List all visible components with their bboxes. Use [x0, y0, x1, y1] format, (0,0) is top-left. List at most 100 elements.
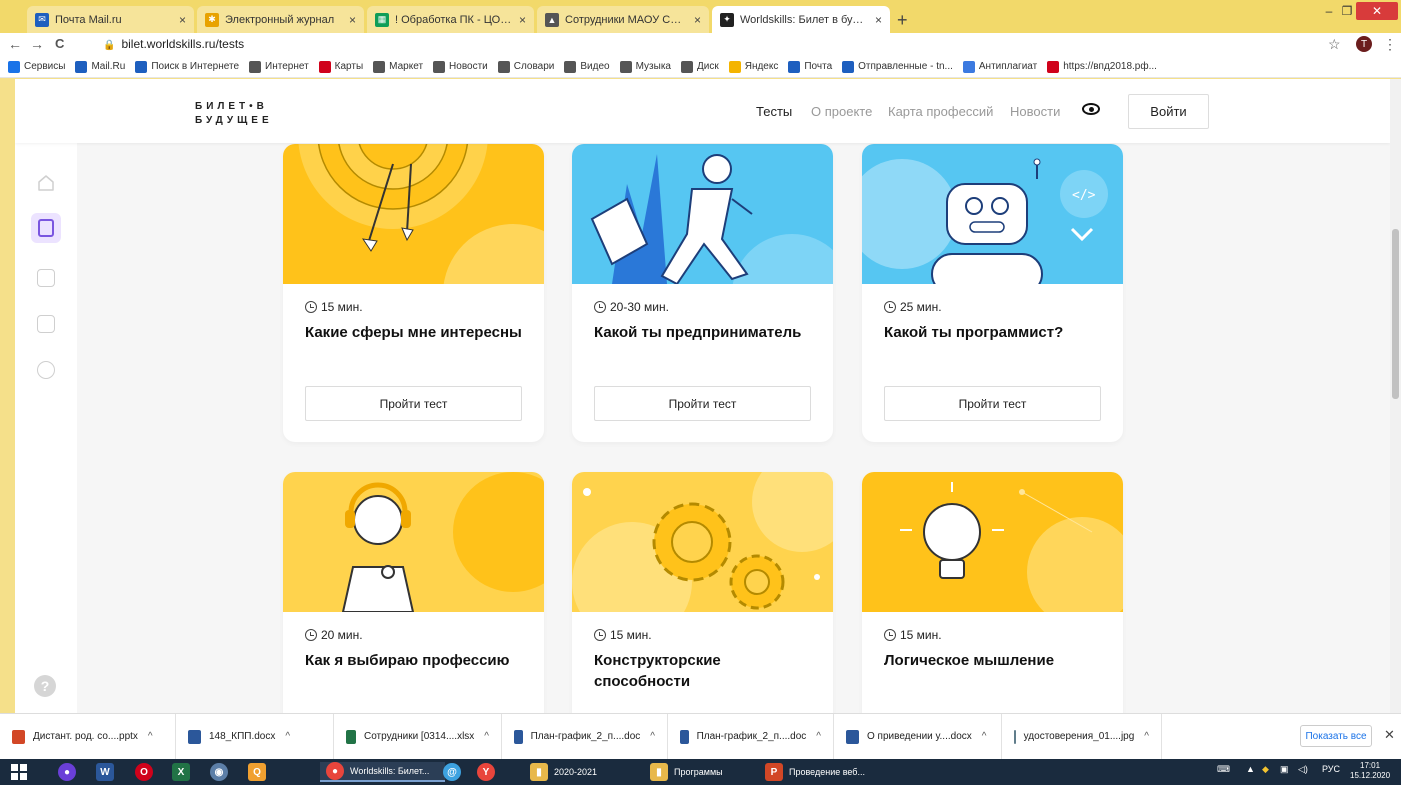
bookmark-label: Новости: [449, 61, 488, 72]
download-item[interactable]: План-график_2_п....doc ^: [668, 713, 834, 760]
tab-google-sheet[interactable]: ▦ ! Обработка ПК - ЦОС - Google ×: [367, 6, 534, 33]
close-icon[interactable]: ×: [694, 13, 701, 27]
taskbar-app-chrome[interactable]: ● Worldskills: Билет...: [320, 762, 445, 782]
stats-icon[interactable]: [35, 313, 57, 335]
tab-mail[interactable]: ✉ Почта Mail.ru ×: [27, 6, 194, 33]
download-item[interactable]: План-график_2_п....doc ^: [502, 713, 668, 760]
take-test-button[interactable]: Пройти тест: [305, 386, 522, 421]
test-card[interactable]: 15 мин. Конструкторские способности: [572, 472, 833, 713]
bookmark-item[interactable]: Сервисы: [8, 60, 65, 73]
yandex-icon[interactable]: Y: [477, 762, 501, 782]
bookmark-item[interactable]: Интернет: [249, 60, 309, 73]
bookmark-item[interactable]: Поиск в Интернете: [135, 60, 239, 73]
eye-icon[interactable]: [1082, 103, 1100, 115]
pinned-app-icon[interactable]: ●: [58, 762, 82, 782]
profile-avatar[interactable]: T: [1356, 36, 1372, 52]
show-all-downloads-button[interactable]: Показать все: [1300, 725, 1372, 747]
tab-journal[interactable]: ✱ Электронный журнал ×: [197, 6, 364, 33]
search-app-icon[interactable]: Q: [248, 762, 272, 782]
login-button[interactable]: Войти: [1128, 94, 1209, 129]
tab-worldskills[interactable]: ✦ Worldskills: Билет в будущее - Т ×: [712, 6, 890, 33]
opera-icon[interactable]: O: [135, 762, 159, 782]
download-item[interactable]: 148_КПП.docx ^: [176, 713, 334, 760]
download-item[interactable]: Дистант. род. со....pptx ^: [0, 713, 176, 760]
nav-about[interactable]: О проекте: [811, 104, 872, 119]
nav-news[interactable]: Новости: [1010, 104, 1060, 119]
chevron-up-icon[interactable]: ^: [816, 731, 821, 742]
close-icon[interactable]: ×: [349, 13, 356, 27]
nav-tests[interactable]: Тесты: [756, 104, 792, 119]
bookmark-icon: [1047, 60, 1060, 73]
chevron-up-icon[interactable]: ^: [484, 731, 489, 742]
network-icon[interactable]: ▣: [1280, 764, 1289, 775]
test-card[interactable]: </> 25 мин. Какой ты программист? Пройти…: [862, 144, 1123, 442]
mail-app-icon[interactable]: @: [443, 762, 467, 782]
chevron-up-icon[interactable]: ^: [148, 731, 153, 742]
download-item[interactable]: Сотрудники [0314....xlsx ^: [334, 713, 502, 760]
bookmark-item[interactable]: Диск: [680, 60, 719, 73]
bookmark-item[interactable]: Mail.Ru: [75, 60, 125, 73]
close-window-button[interactable]: ✕: [1356, 2, 1398, 20]
download-item[interactable]: О приведении у....docx ^: [834, 713, 1002, 760]
keyboard-icon[interactable]: ⌨: [1217, 764, 1230, 775]
bookmark-item[interactable]: Маркет: [373, 60, 423, 73]
nav-career-map[interactable]: Карта профессий: [888, 104, 993, 119]
bookmark-item[interactable]: Карты: [318, 60, 363, 73]
taskbar-folder-programs[interactable]: ▮ Программы: [650, 762, 760, 782]
bookmark-item[interactable]: Музыка: [619, 60, 671, 73]
close-icon[interactable]: ×: [179, 13, 186, 27]
bookmark-item[interactable]: Новости: [433, 60, 488, 73]
system-clock[interactable]: 17:01 15.12.2020: [1350, 761, 1390, 781]
word-icon[interactable]: W: [96, 762, 120, 782]
tray-app-icon[interactable]: ◆: [1262, 764, 1269, 775]
take-test-button[interactable]: Пройти тест: [884, 386, 1101, 421]
tray-arrow-icon[interactable]: ▲: [1246, 764, 1255, 774]
test-card[interactable]: 15 мин. Логическое мышление: [862, 472, 1123, 713]
app-icon[interactable]: ◉: [210, 762, 234, 782]
play-icon[interactable]: [35, 359, 57, 381]
chevron-up-icon[interactable]: ^: [285, 731, 290, 742]
bookmark-item[interactable]: Почта: [788, 60, 832, 73]
minimize-button[interactable]: –: [1320, 2, 1338, 20]
bookmark-item[interactable]: Отправленные - tn...: [842, 60, 953, 73]
help-button[interactable]: ?: [34, 675, 56, 697]
language-indicator[interactable]: РУС: [1322, 764, 1340, 774]
test-card[interactable]: 20-30 мин. Какой ты предприниматель Прой…: [572, 144, 833, 442]
back-button[interactable]: ←: [8, 36, 22, 52]
bookmark-item[interactable]: Словари: [497, 60, 554, 73]
url-field[interactable]: 🔒 bilet.worldskills.ru/tests: [103, 37, 244, 51]
bookmark-item[interactable]: Видео: [564, 60, 610, 73]
clock-date: 15.12.2020: [1350, 771, 1391, 780]
close-icon[interactable]: ×: [875, 13, 882, 27]
bookmark-item[interactable]: https://впд2018.рф...: [1047, 60, 1157, 73]
download-item[interactable]: удостоверения_01....jpg ^: [1002, 713, 1162, 760]
taskbar-folder-2020[interactable]: ▮ 2020-2021: [530, 762, 640, 782]
excel-icon[interactable]: X: [172, 762, 196, 782]
start-button[interactable]: [10, 762, 46, 782]
browser-menu-icon[interactable]: ⋮: [1383, 36, 1397, 53]
take-test-button[interactable]: Пройти тест: [594, 386, 811, 421]
scrollbar-thumb[interactable]: [1392, 229, 1399, 399]
tab-staff[interactable]: ▲ Сотрудники МАОУ СШ № 148 г ×: [537, 6, 709, 33]
test-card[interactable]: 15 мин. Какие сферы мне интересны Пройти…: [283, 144, 544, 442]
calendar-icon[interactable]: [35, 267, 57, 289]
chevron-up-icon[interactable]: ^: [982, 731, 987, 742]
reload-button[interactable]: C: [55, 36, 64, 51]
bookmark-item[interactable]: Антиплагиат: [962, 60, 1037, 73]
maximize-button[interactable]: ❐: [1338, 2, 1356, 20]
new-tab-button[interactable]: +: [897, 10, 908, 31]
tests-icon[interactable]: [31, 213, 61, 243]
test-card[interactable]: 20 мин. Как я выбираю профессию: [283, 472, 544, 713]
forward-button[interactable]: →: [30, 36, 44, 52]
close-icon[interactable]: ×: [519, 13, 526, 27]
chevron-up-icon[interactable]: ^: [650, 731, 655, 742]
chevron-up-icon[interactable]: ^: [1144, 731, 1149, 742]
bookmark-item[interactable]: Яндекс: [728, 60, 778, 73]
close-downloads-icon[interactable]: ✕: [1384, 727, 1395, 743]
volume-icon[interactable]: ◁): [1298, 764, 1308, 775]
bookmark-star-icon[interactable]: ☆: [1328, 36, 1341, 53]
page-scrollbar[interactable]: [1390, 79, 1401, 713]
site-logo[interactable]: БИЛЕТ•В БУДУЩЕЕ: [195, 100, 273, 128]
home-icon[interactable]: [35, 172, 57, 194]
taskbar-powerpoint[interactable]: P Проведение веб...: [765, 762, 875, 782]
